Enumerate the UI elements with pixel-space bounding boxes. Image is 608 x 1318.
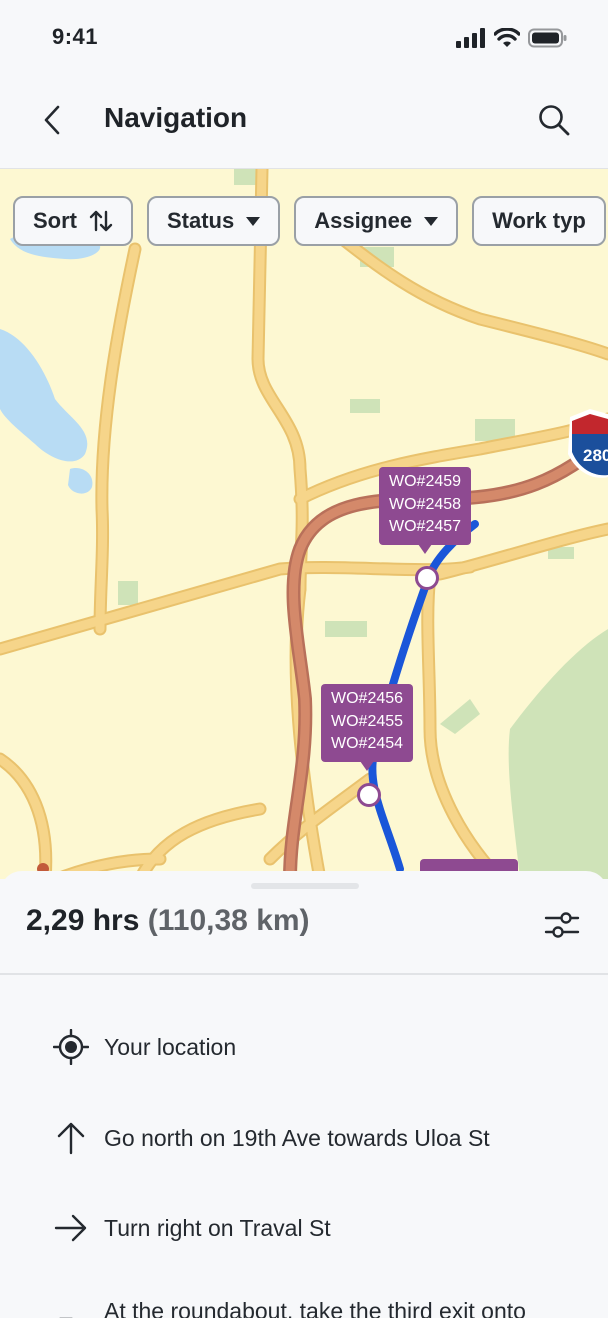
direction-step-text: Your location xyxy=(104,1033,237,1060)
status-time: 9:41 xyxy=(52,24,99,49)
status-bar: 9:41 xyxy=(0,0,608,80)
status-chip-label: Status xyxy=(167,208,235,233)
work-order-id: WO#2459 xyxy=(389,473,462,490)
cellular-signal-icon xyxy=(456,28,485,48)
route-duration: 2,29 hrs xyxy=(26,904,140,937)
arrow-up-icon xyxy=(52,1119,90,1157)
battery-icon xyxy=(528,28,567,48)
status-chip[interactable]: Status xyxy=(147,196,281,246)
divider xyxy=(0,973,608,975)
work-order-id: WO#2455 xyxy=(331,712,404,730)
map-base[interactable]: 280 xyxy=(0,169,608,879)
search-button[interactable] xyxy=(532,98,576,142)
wifi-icon xyxy=(494,28,520,47)
work-type-chip-label: Work typ xyxy=(492,208,586,233)
direction-step[interactable]: Turn right on Traval St xyxy=(0,1198,608,1258)
sheet-drag-handle[interactable] xyxy=(251,883,359,889)
sort-arrows-icon xyxy=(89,210,113,232)
search-icon xyxy=(539,105,570,136)
park-east xyxy=(508,629,608,879)
work-type-chip[interactable]: Work typ xyxy=(472,196,606,246)
route-distance: (110,38 km) xyxy=(147,904,310,937)
tune-sliders-icon xyxy=(544,912,580,938)
direction-step-text: Turn right on Traval St xyxy=(104,1214,331,1241)
pond xyxy=(68,468,93,494)
top-app-bar: Navigation xyxy=(0,80,608,169)
directions-sheet: 2,29 hrs (110,38 km) Your location Go no… xyxy=(0,871,608,1318)
direction-step[interactable]: Your location xyxy=(0,1017,608,1077)
direction-step[interactable]: At the roundabout, take the third exit o… xyxy=(0,1281,608,1318)
assignee-chip[interactable]: Assignee xyxy=(294,196,459,246)
work-order-pin[interactable] xyxy=(357,783,381,807)
lake-left xyxy=(0,329,88,462)
page-title: Navigation xyxy=(104,102,248,133)
map-view[interactable]: 280 Sort Status Assignee Work typ WO#245… xyxy=(0,169,608,879)
caret-down-icon xyxy=(424,216,439,226)
work-order-cluster-label[interactable]: WO#2456 WO#2455 WO#2454 xyxy=(321,684,414,770)
work-order-pin[interactable] xyxy=(415,566,439,590)
assignee-chip-label: Assignee xyxy=(314,208,413,233)
direction-step[interactable]: Go north on 19th Ave towards Uloa St xyxy=(0,1108,608,1168)
route-summary: 2,29 hrs (110,38 km) xyxy=(26,904,310,938)
roundabout-icon xyxy=(52,1309,90,1318)
sort-chip-label: Sort xyxy=(33,208,77,233)
chevron-left-icon xyxy=(44,105,60,135)
work-order-cluster-label[interactable]: WO#2459 WO#2458 WO#2457 xyxy=(379,467,472,553)
interstate-shield-number: 280 xyxy=(583,446,608,465)
route-options-button[interactable] xyxy=(542,905,582,945)
work-order-id: WO#2456 xyxy=(331,690,404,707)
work-order-id: WO#2457 xyxy=(389,518,462,535)
direction-step-text: Go north on 19th Ave towards Uloa St xyxy=(104,1124,490,1151)
filter-chip-row: Sort Status Assignee Work typ xyxy=(13,196,606,246)
arrow-right-icon xyxy=(52,1209,90,1247)
sort-chip[interactable]: Sort xyxy=(13,196,133,246)
work-order-id: WO#2454 xyxy=(331,735,404,752)
caret-down-icon xyxy=(246,216,261,226)
direction-step-text: At the roundabout, take the third exit o… xyxy=(104,1297,526,1318)
work-order-id: WO#2458 xyxy=(389,495,462,513)
back-button[interactable] xyxy=(34,100,70,140)
my-location-icon xyxy=(52,1028,90,1066)
status-icons xyxy=(456,28,568,48)
